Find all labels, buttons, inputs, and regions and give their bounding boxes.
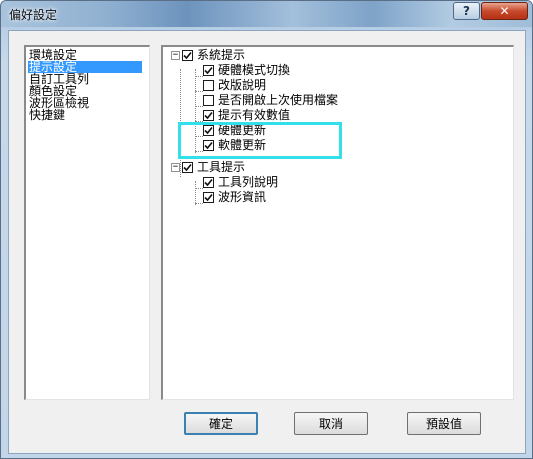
tree-node-valid-values: 提示有效數值	[203, 108, 290, 122]
restore-defaults-button[interactable]: 預設值	[407, 412, 481, 435]
preferences-dialog: 偏好設定 ? ✕ 環境設定 提示設定 自訂工具列 顏色設定 波形區檢視 快捷鍵	[0, 0, 533, 459]
tree-connector	[195, 181, 196, 205]
tree-connector	[195, 76, 203, 77]
tree-node-label: 提示有效數值	[218, 108, 291, 122]
tree-connector	[195, 203, 203, 204]
tree-node-release-notes: 改版說明	[203, 78, 266, 92]
checkbox-open-last-file[interactable]	[203, 94, 214, 106]
checkbox-tool-hints[interactable]	[182, 161, 193, 173]
checkmark-icon	[204, 66, 213, 74]
checkmark-icon	[204, 193, 213, 201]
tree-node-label: 硬體更新	[218, 123, 267, 137]
checkbox-valid-values[interactable]	[203, 109, 214, 121]
tree-node-label: 改版說明	[218, 78, 267, 92]
checkmark-icon	[183, 163, 192, 171]
tree-node-label: 系統提示	[197, 48, 246, 62]
collapse-toggle-icon[interactable]: −	[171, 50, 180, 60]
tree-node-label: 波形資訊	[218, 190, 267, 204]
checkbox-waveform-info[interactable]	[203, 191, 214, 203]
tree-node-label: 是否開啟上次使用檔案	[218, 93, 339, 107]
checkbox-toolbar-help[interactable]	[203, 176, 214, 188]
tree-node-hardware-mode: 硬體模式切換	[203, 63, 290, 77]
tree-connector	[195, 188, 203, 189]
tree-node-hardware-update: 硬體更新	[203, 123, 266, 137]
checkbox-software-update[interactable]	[203, 139, 214, 151]
checkmark-icon	[204, 111, 213, 119]
tree-node-open-last-file: 是否開啟上次使用檔案	[203, 93, 338, 107]
checkbox-hardware-mode[interactable]	[203, 64, 214, 76]
checkmark-icon	[204, 141, 213, 149]
tree-node-label: 工具列說明	[218, 175, 279, 189]
close-button[interactable]: ✕	[481, 2, 528, 20]
tree-connector	[195, 106, 203, 107]
hint-settings-tree: − 系統提示 硬體模式切換 改版說明 是否開啟上次使用檔案 提示有效數值 硬體更…	[161, 45, 514, 400]
tree-node-tool-hints: − 工具提示	[171, 160, 245, 174]
checkbox-system-hints[interactable]	[182, 49, 193, 61]
category-list[interactable]: 環境設定 提示設定 自訂工具列 顏色設定 波形區檢視 快捷鍵	[24, 45, 150, 400]
tree-connector	[195, 91, 203, 92]
help-button[interactable]: ?	[453, 2, 480, 20]
ok-button[interactable]: 確定	[184, 412, 258, 435]
tree-node-label: 工具提示	[197, 160, 246, 174]
tree-node-label: 硬體模式切換	[218, 63, 291, 77]
tree-connector	[195, 121, 203, 122]
checkmark-icon	[183, 51, 192, 59]
tree-connector	[195, 136, 203, 137]
collapse-toggle-icon[interactable]: −	[171, 162, 180, 172]
tree-connector	[195, 69, 196, 153]
title-bar[interactable]: 偏好設定 ? ✕	[1, 1, 532, 27]
category-item-shortcuts[interactable]: 快捷鍵	[28, 109, 142, 121]
cancel-button[interactable]: 取消	[294, 412, 368, 435]
dialog-body: 環境設定 提示設定 自訂工具列 顏色設定 波形區檢視 快捷鍵 − 系統提示 硬體…	[8, 30, 526, 454]
tree-node-label: 軟體更新	[218, 138, 267, 152]
checkmark-icon	[204, 126, 213, 134]
tree-node-waveform-info: 波形資訊	[203, 190, 266, 204]
window-title: 偏好設定	[9, 8, 58, 22]
tree-node-toolbar-help: 工具列說明	[203, 175, 278, 189]
tree-node-system-hints: − 系統提示	[171, 48, 245, 62]
checkbox-release-notes[interactable]	[203, 79, 214, 91]
checkbox-hardware-update[interactable]	[203, 124, 214, 136]
tree-connector	[195, 151, 203, 152]
checkmark-icon	[204, 178, 213, 186]
tree-node-software-update: 軟體更新	[203, 138, 266, 152]
